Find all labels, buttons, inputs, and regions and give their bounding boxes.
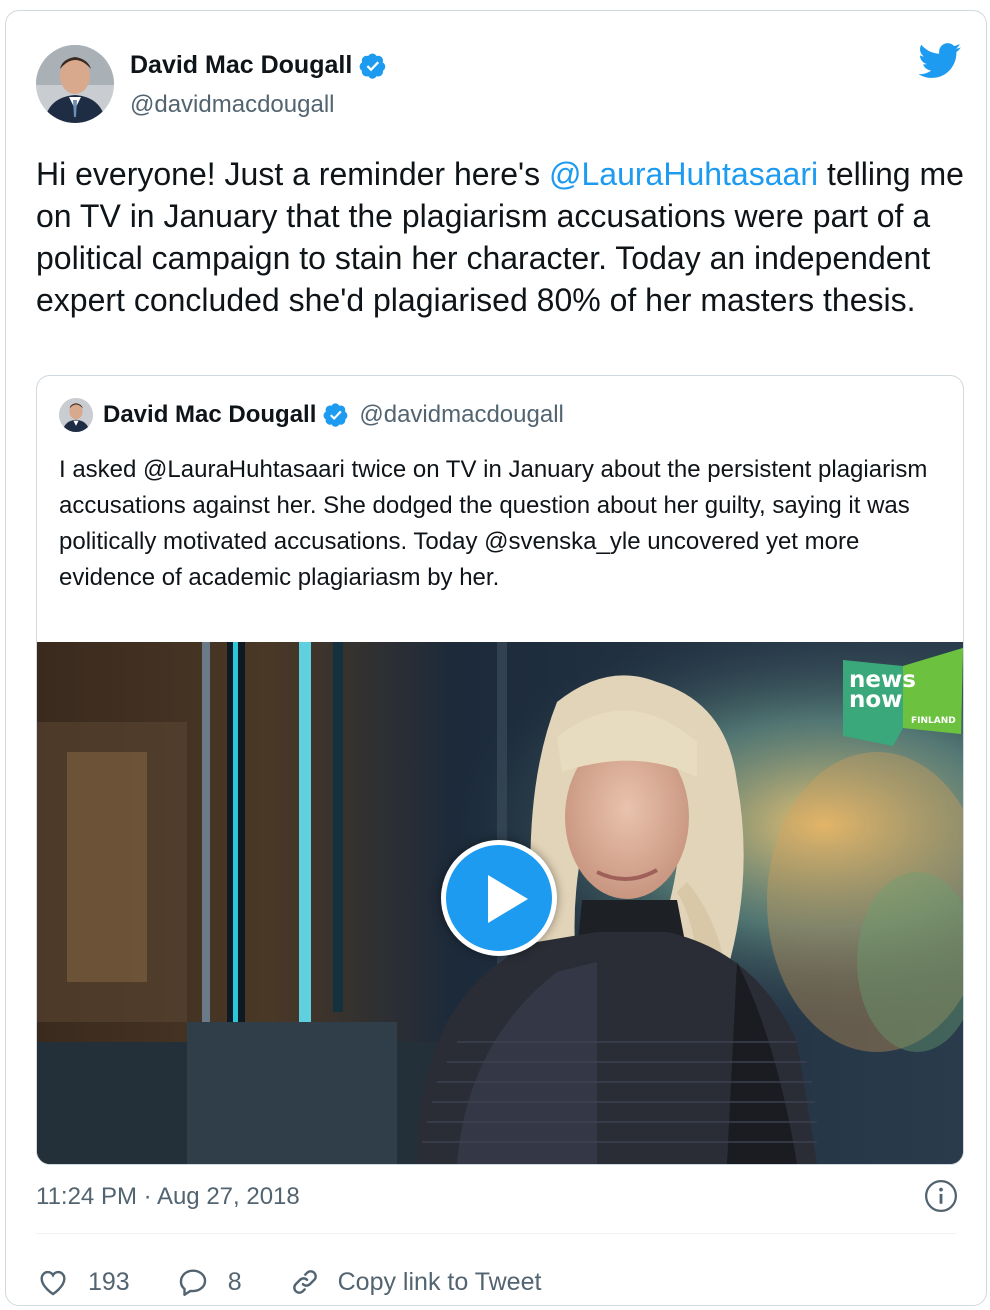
action-bar: 193 8 Copy link to Tweet xyxy=(36,1265,587,1299)
news-now-logo-text: news now xyxy=(849,667,916,713)
info-icon[interactable] xyxy=(924,1179,958,1213)
quoted-tweet[interactable]: David Mac Dougall @davidmacdougall I ask… xyxy=(36,375,964,1165)
video-thumbnail[interactable]: news now FINLAND xyxy=(37,642,963,1164)
quoted-tweet-text: I asked @LauraHuhtasaari twice on TV in … xyxy=(59,456,928,591)
like-button[interactable]: 193 xyxy=(36,1265,130,1299)
author-handle[interactable]: @davidmacdougall xyxy=(130,91,334,119)
tweet-timestamp[interactable]: 11:24 PM · Aug 27, 2018 xyxy=(36,1183,300,1211)
reply-count: 8 xyxy=(227,1267,242,1296)
verified-badge-icon xyxy=(323,403,348,427)
quoted-author-avatar xyxy=(59,398,93,432)
reply-button[interactable]: 8 xyxy=(176,1265,242,1299)
heart-icon xyxy=(40,1270,66,1296)
play-icon[interactable] xyxy=(441,840,557,956)
twitter-bird-icon[interactable] xyxy=(918,43,962,79)
reply-bubble-icon xyxy=(179,1269,206,1296)
divider xyxy=(36,1233,956,1234)
verified-badge-icon xyxy=(359,52,386,79)
mention-link[interactable]: @LauraHuhtasaari xyxy=(549,156,818,192)
quoted-author-name: David Mac Dougall xyxy=(103,401,317,428)
link-icon xyxy=(292,1270,317,1294)
author-avatar[interactable] xyxy=(36,45,114,123)
quoted-author-handle: @davidmacdougall xyxy=(359,401,564,428)
like-count: 193 xyxy=(88,1267,130,1296)
copy-link-label: Copy link to Tweet xyxy=(337,1267,542,1296)
author-name[interactable]: David Mac Dougall xyxy=(130,51,352,80)
tweet-card: David Mac Dougall @davidmacdougall Hi ev… xyxy=(5,10,987,1306)
news-now-logo-sub: FINLAND xyxy=(911,716,956,726)
tweet-text: Hi everyone! Just a reminder here's @Lau… xyxy=(36,156,964,318)
copy-link-button[interactable]: Copy link to Tweet xyxy=(288,1265,542,1299)
